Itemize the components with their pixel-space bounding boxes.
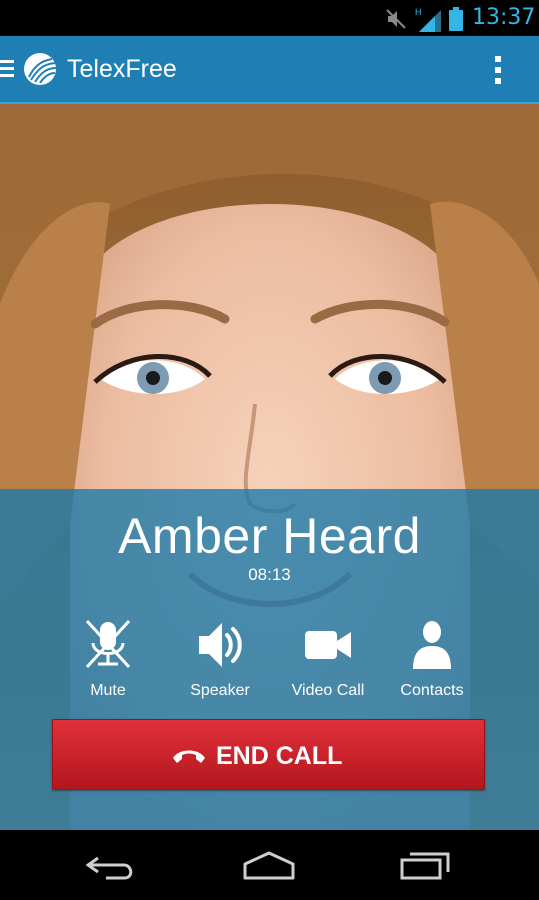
call-duration: 08:13 xyxy=(248,565,291,584)
clock: 13:37 xyxy=(472,5,536,30)
status-bar: H 13:37 xyxy=(0,0,539,36)
contacts-label: Contacts xyxy=(400,682,464,699)
end-call-button[interactable]: END CALL xyxy=(52,719,485,790)
menu-icon[interactable] xyxy=(0,58,14,80)
call-screen: H 13:37 TelexFree Amber Heard 08:13 Mute… xyxy=(0,0,539,900)
speaker-label: Speaker xyxy=(190,682,250,699)
battery-icon xyxy=(449,7,463,31)
hang-up-phone-icon xyxy=(173,750,205,763)
video-call-button[interactable]: Video Call xyxy=(273,619,383,705)
overflow-menu-icon[interactable] xyxy=(490,54,506,86)
caller-name: Amber Heard xyxy=(118,508,421,564)
video-call-label: Video Call xyxy=(291,682,365,699)
back-icon[interactable] xyxy=(86,850,138,882)
network-type-label: H xyxy=(415,7,422,17)
contacts-button[interactable]: Contacts xyxy=(377,619,487,705)
telexfree-logo[interactable] xyxy=(22,51,58,87)
app-title: TelexFree xyxy=(67,55,177,83)
home-icon[interactable] xyxy=(242,850,296,880)
signal-icon: H xyxy=(415,7,441,32)
call-panel: Amber Heard 08:13 Mute Speaker Video Cal… xyxy=(0,489,539,830)
contact-person-icon xyxy=(413,621,451,669)
app-bar: TelexFree xyxy=(0,36,539,104)
video-camera-icon xyxy=(305,631,351,659)
mute-icon xyxy=(386,9,406,29)
recent-apps-icon[interactable] xyxy=(400,848,454,880)
mute-button[interactable]: Mute xyxy=(53,619,163,705)
end-call-label: END CALL xyxy=(216,742,343,770)
mute-label: Mute xyxy=(90,682,126,699)
mic-muted-icon xyxy=(85,619,131,669)
speaker-button[interactable]: Speaker xyxy=(165,619,275,705)
speaker-icon xyxy=(199,623,242,667)
navigation-bar xyxy=(0,830,539,900)
